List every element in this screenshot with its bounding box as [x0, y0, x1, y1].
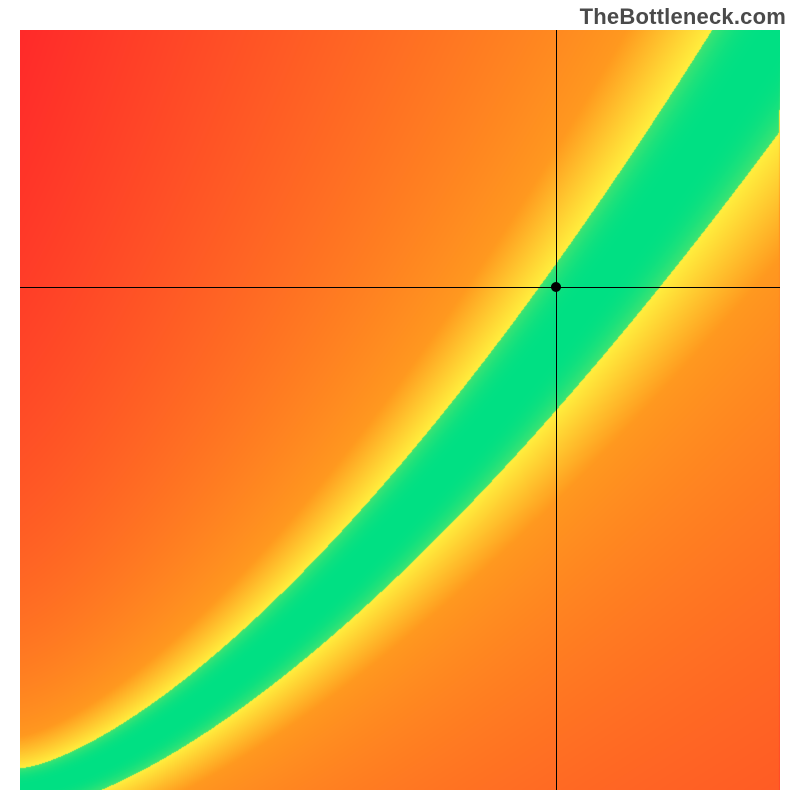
plot-frame — [20, 30, 780, 790]
data-point-marker — [551, 282, 561, 292]
crosshair-vertical — [556, 30, 557, 790]
watermark-text: TheBottleneck.com — [580, 4, 786, 30]
crosshair-horizontal — [20, 287, 780, 288]
heatmap-plot — [20, 30, 780, 790]
chart-container: TheBottleneck.com — [0, 0, 800, 800]
